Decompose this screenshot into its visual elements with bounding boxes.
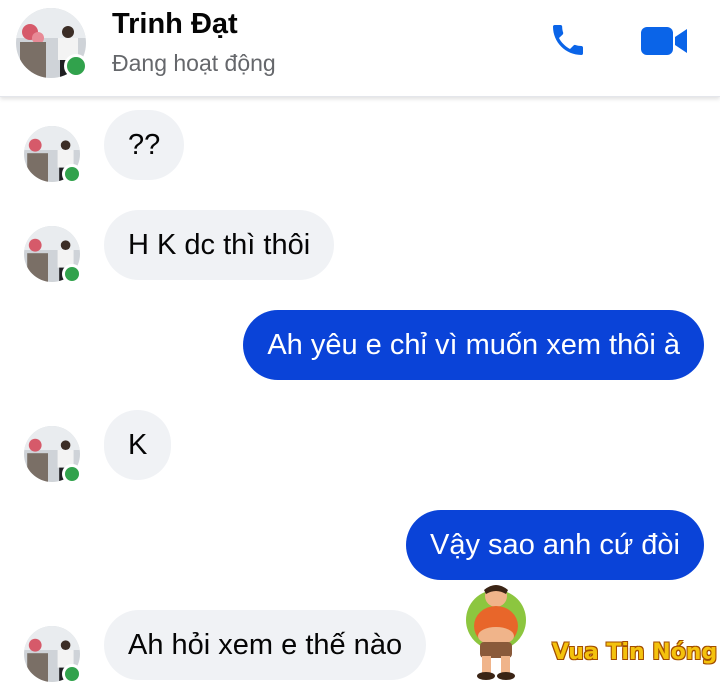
sender-online-indicator <box>62 164 82 184</box>
contact-name[interactable]: Trinh Đạt <box>112 8 238 41</box>
online-status-indicator <box>64 54 88 78</box>
message-incoming[interactable]: H K dc thì thôi <box>104 210 335 280</box>
sender-online-indicator <box>62 264 82 284</box>
message-outgoing[interactable]: Vậy sao anh cứ đòi <box>406 510 704 580</box>
video-camera-icon <box>641 27 687 55</box>
chat-header: Trinh Đạt Đang hoạt động <box>0 0 720 97</box>
sender-online-indicator <box>62 664 82 684</box>
mascot-icon <box>466 585 526 680</box>
watermark: Vua Tin Nóng <box>462 582 717 686</box>
watermark-text: Vua Tin Nóng <box>552 640 718 665</box>
message-incoming[interactable]: ?? <box>104 110 185 180</box>
activity-status: Đang hoạt động <box>112 50 276 76</box>
message-outgoing[interactable]: Ah yêu e chỉ vì muốn xem thôi à <box>243 310 704 380</box>
voice-call-button[interactable] <box>548 20 588 60</box>
message-incoming[interactable]: K <box>104 410 172 480</box>
message-incoming[interactable]: Ah hỏi xem e thế nào <box>104 610 427 680</box>
sender-online-indicator <box>62 464 82 484</box>
video-call-button[interactable] <box>639 22 689 60</box>
phone-icon <box>553 25 583 55</box>
